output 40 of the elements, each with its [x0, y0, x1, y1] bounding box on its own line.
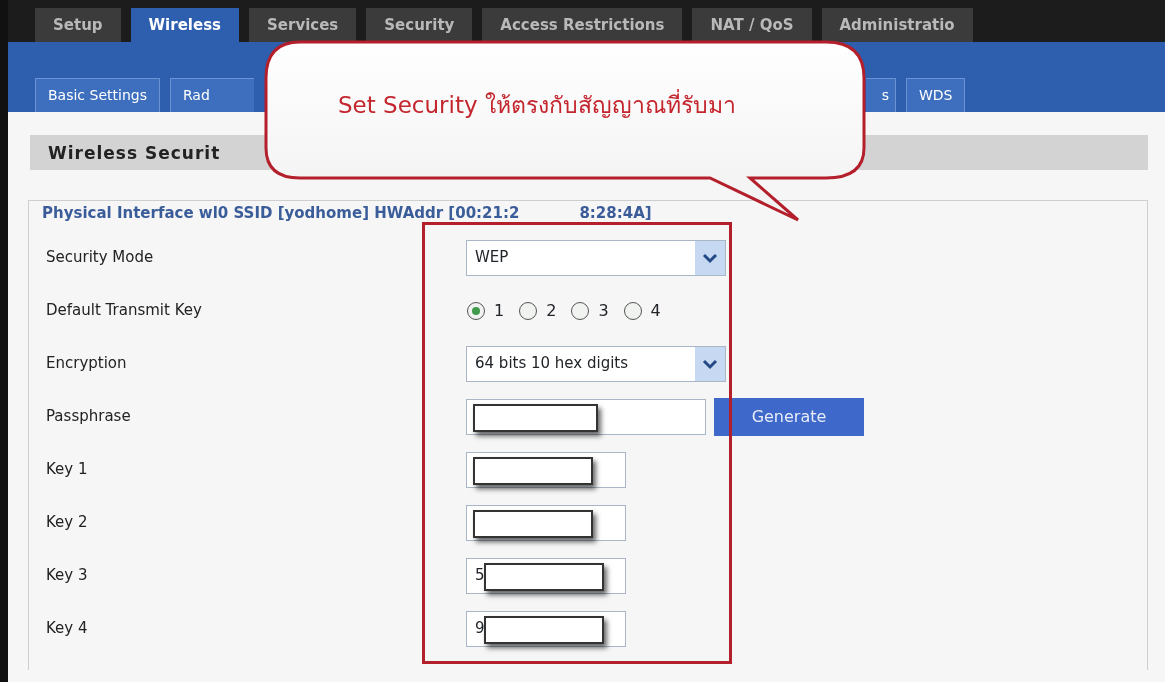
field-label: Passphrase: [46, 406, 132, 428]
text-field[interactable]: [466, 504, 626, 541]
chevron-icon: [695, 346, 725, 381]
fieldset-legend: Physical Interface wl0 SSID [yodhome] HWAddr [00:21:2: [42, 202, 520, 225]
dropdown[interactable]: WEP: [466, 239, 726, 276]
text-field[interactable]: 5: [466, 557, 626, 594]
radio-label: 2: [546, 299, 557, 322]
nav-tab[interactable]: Security: [366, 8, 473, 42]
generate-button[interactable]: Generate: [714, 397, 864, 436]
field-label: Encryption: [46, 353, 128, 375]
nav-tab[interactable]: Wireless: [130, 8, 239, 42]
radio-button[interactable]: [570, 300, 591, 321]
field-label: Key 3: [46, 565, 89, 587]
fieldset-legend: 8:28:4A]: [579, 202, 652, 225]
nav-tab[interactable]: Administratio: [821, 8, 973, 42]
dropdown[interactable]: 64 bits 10 hex digits: [466, 345, 726, 382]
radio-button[interactable]: [518, 300, 539, 321]
callout-text: Set Security ให้ตรงกับสัญญาณที่รับมา: [338, 88, 736, 123]
field-label: Key 2: [46, 512, 89, 534]
radio-button[interactable]: [622, 300, 643, 321]
radio-label: 1: [494, 299, 505, 322]
field-label: Default Transmit Key: [46, 300, 203, 322]
nav-tab[interactable]: Setup: [35, 8, 121, 42]
chevron-icon: [695, 240, 725, 275]
nav-tab[interactable]: Services: [249, 8, 357, 42]
radio-button[interactable]: [466, 300, 486, 321]
subnav-tab[interactable]: Basic Settings: [35, 78, 160, 112]
text-field[interactable]: 9: [466, 610, 626, 647]
field-label: Key 1: [46, 459, 89, 481]
subnav-tab[interactable]: WDS: [905, 78, 966, 112]
field-label: Key 4: [46, 618, 89, 640]
field-label: Security Mode: [46, 247, 155, 269]
subnav-tab[interactable]: Rad: [169, 78, 254, 112]
nav-tab[interactable]: Access Restrictions: [482, 8, 683, 42]
text-field[interactable]: [466, 451, 626, 488]
radio-label: 4: [650, 299, 661, 322]
radio-label: 3: [598, 299, 609, 322]
subnav-tab[interactable]: s: [865, 78, 896, 112]
nav-tab[interactable]: NAT / QoS: [692, 8, 812, 42]
text-field[interactable]: [466, 398, 706, 435]
